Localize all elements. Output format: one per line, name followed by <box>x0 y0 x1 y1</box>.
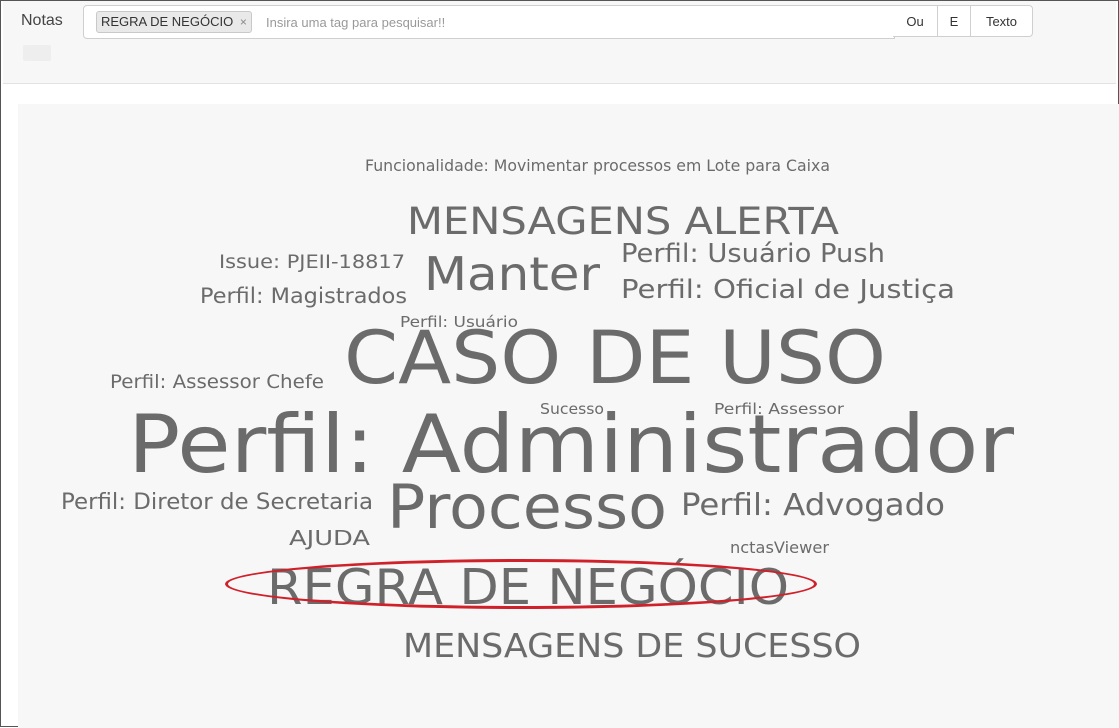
tag-cloud-word[interactable]: Perfil: Assessor Chefe <box>110 373 324 392</box>
tag-cloud-word[interactable]: Perfil: Oficial de Justiça <box>621 277 955 303</box>
tag-cloud-word[interactable]: nctasViewer <box>730 540 829 556</box>
tag-cloud-word[interactable]: CASO DE USO <box>344 322 886 395</box>
tag-cloud-word[interactable]: Perfil: Usuário Push <box>621 241 885 267</box>
tag-cloud-word[interactable]: Manter <box>424 251 600 297</box>
tag-search-box[interactable]: REGRA DE NEGÓCIO × <box>83 5 895 39</box>
tag-cloud-word[interactable]: Perfil: Magistrados <box>200 286 407 307</box>
search-input[interactable] <box>266 12 876 32</box>
tag-cloud-word[interactable]: REGRA DE NEGÓCIO <box>267 563 789 612</box>
search-tag-label: REGRA DE NEGÓCIO <box>101 14 234 29</box>
text-search-button[interactable]: Texto <box>971 5 1033 37</box>
app-frame: Notas REGRA DE NEGÓCIO × Ou E Texto Func… <box>0 0 1119 728</box>
tag-cloud-word[interactable]: Perfil: Advogado <box>681 491 945 521</box>
or-button[interactable]: Ou <box>893 5 938 37</box>
tag-cloud-word[interactable]: Perfil: Diretor de Secretaria <box>61 492 373 514</box>
tag-cloud-word[interactable]: Processo <box>387 477 667 538</box>
tag-cloud-word[interactable]: MENSAGENS DE SUCESSO <box>403 629 861 662</box>
and-button[interactable]: E <box>938 5 971 37</box>
tag-cloud-word[interactable]: MENSAGENS ALERTA <box>407 203 839 240</box>
top-bar: Notas REGRA DE NEGÓCIO × Ou E Texto <box>3 1 1116 84</box>
collapsed-control <box>23 45 51 61</box>
page-title: Notas <box>21 12 63 29</box>
close-icon[interactable]: × <box>240 15 247 29</box>
tag-cloud-word[interactable]: AJUDA <box>289 528 370 548</box>
tag-cloud-word[interactable]: Funcionalidade: Movimentar processos em … <box>365 158 830 174</box>
search-tag-chip[interactable]: REGRA DE NEGÓCIO × <box>96 11 252 33</box>
tag-cloud-word[interactable]: Issue: PJEII-18817 <box>219 253 405 272</box>
